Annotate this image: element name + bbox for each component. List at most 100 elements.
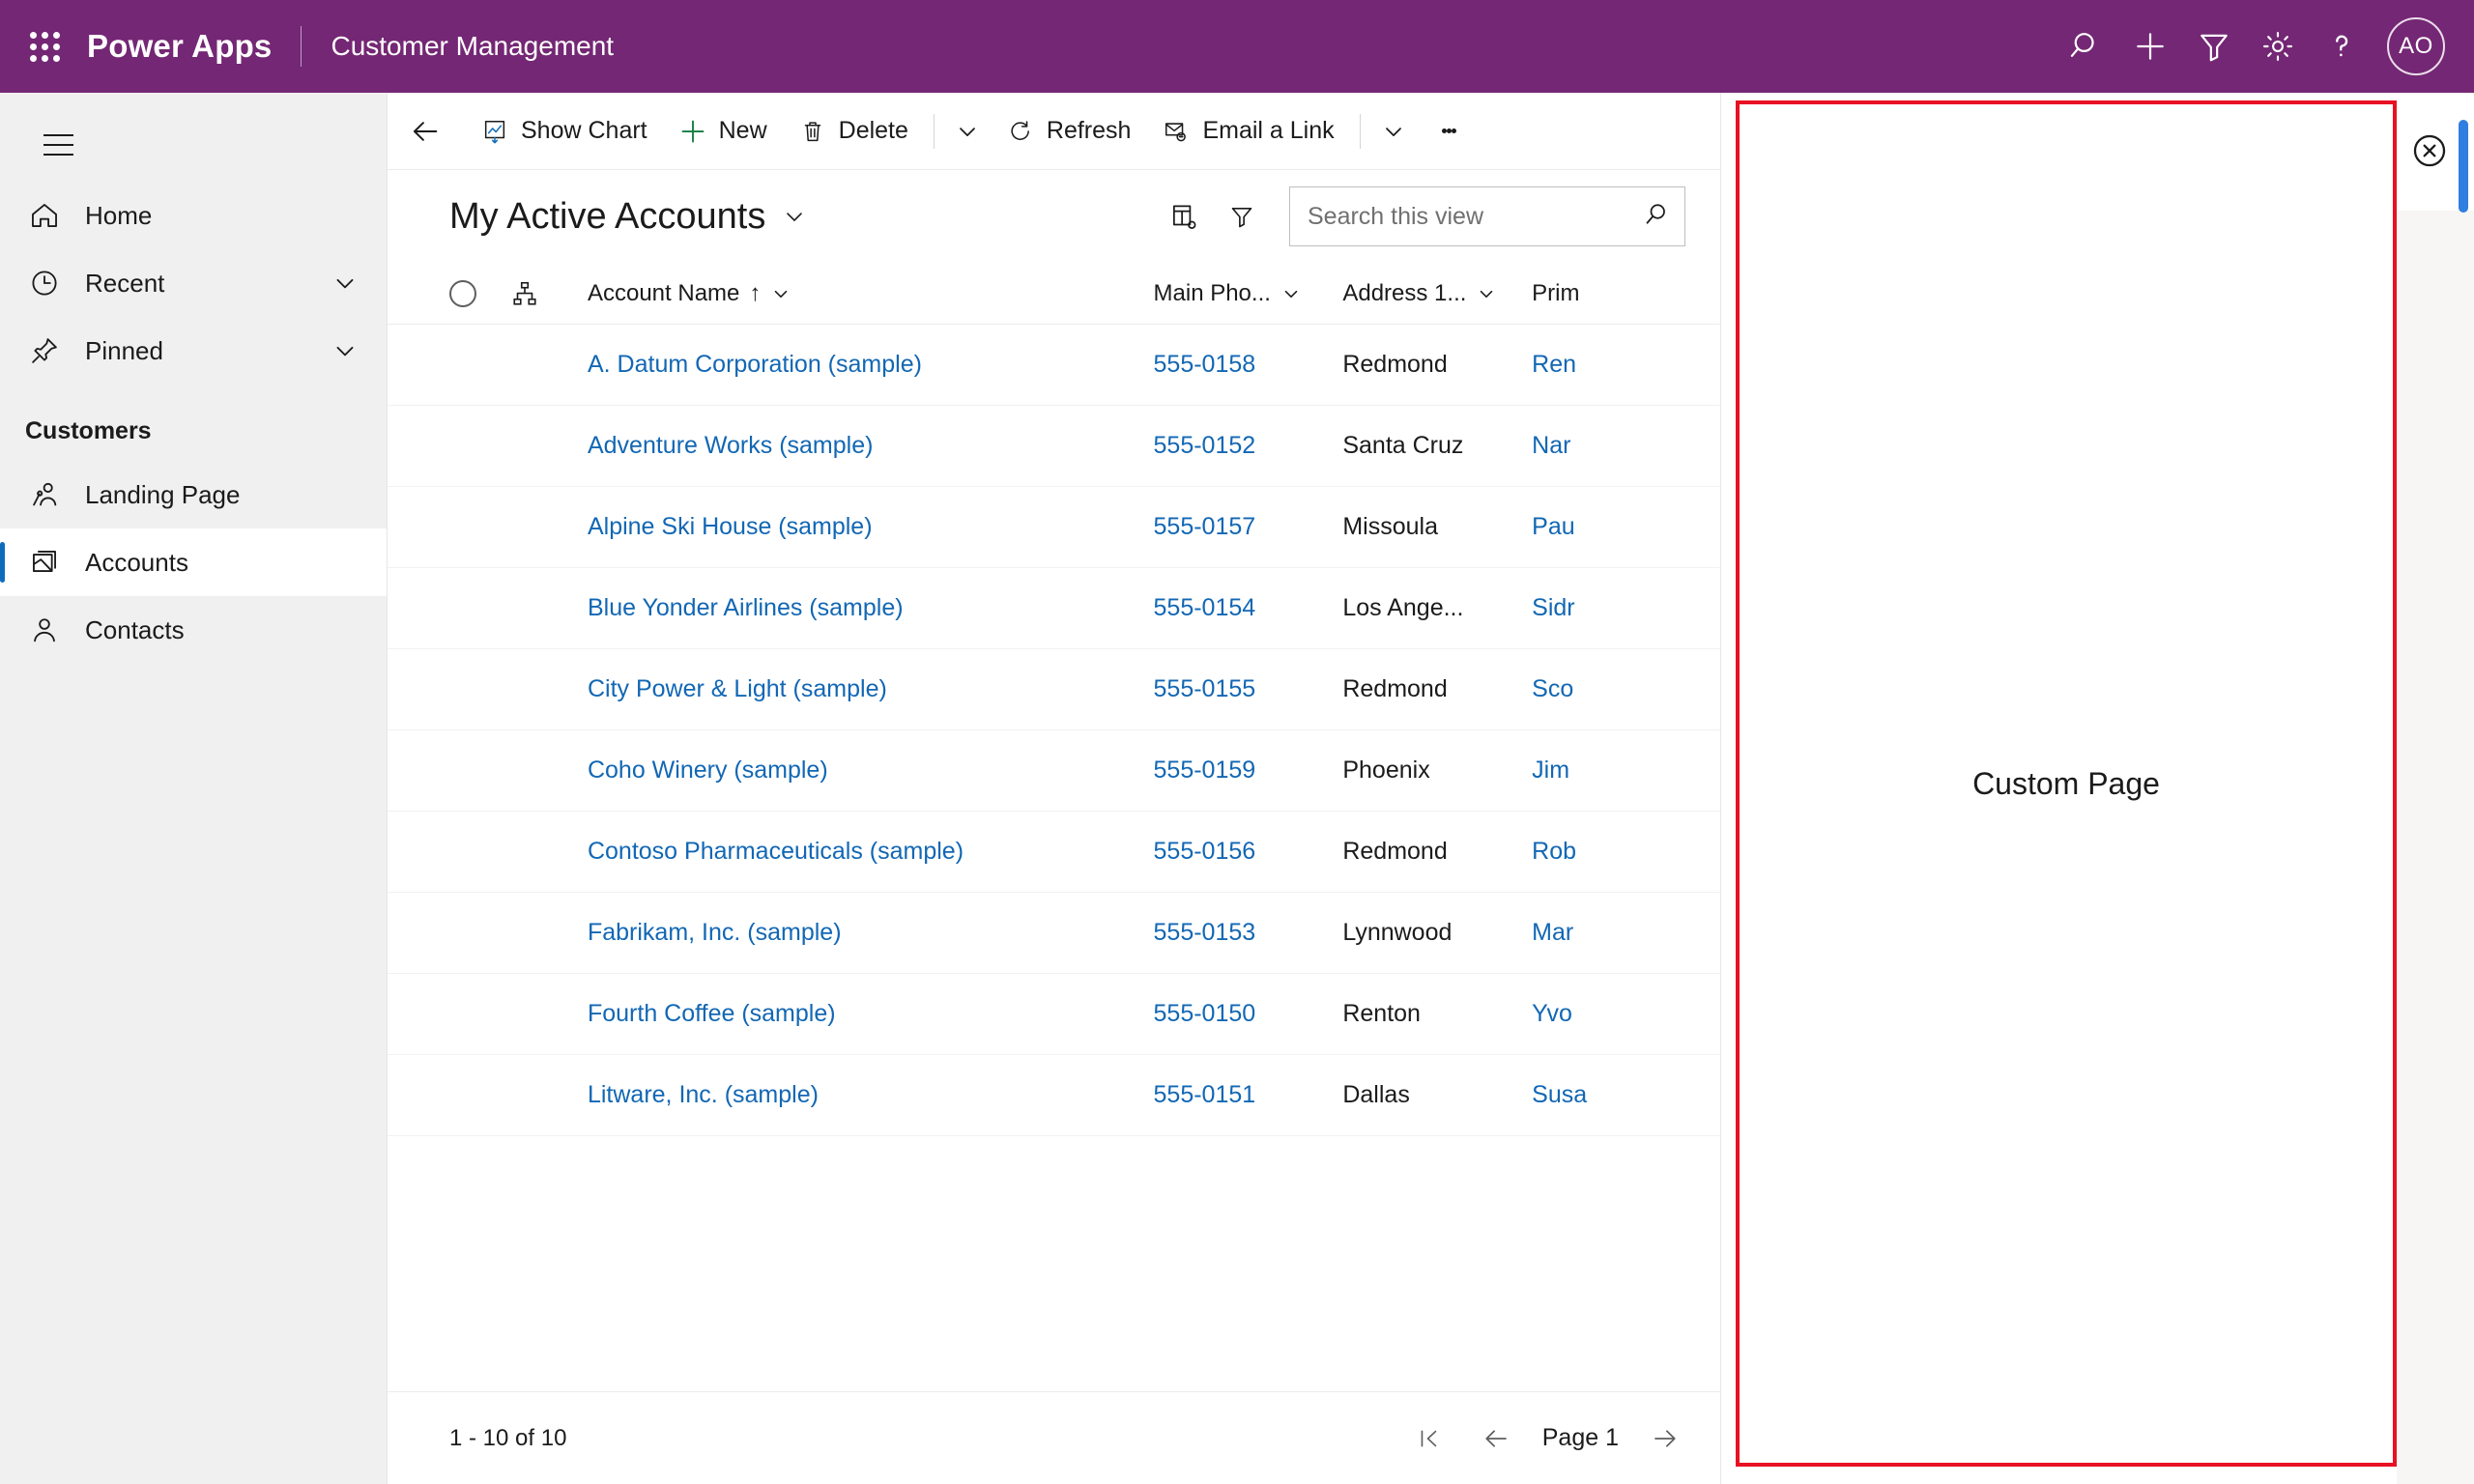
main-phone-link[interactable]: 555-0153 — [1154, 919, 1256, 947]
search-icon[interactable] — [2055, 14, 2118, 78]
primary-contact-link[interactable]: Susa — [1532, 1081, 1587, 1109]
table-row[interactable]: Contoso Pharmaceuticals (sample) 555-015… — [388, 812, 1720, 893]
primary-contact-link[interactable]: Ren — [1532, 351, 1576, 379]
more-vertical-icon[interactable] — [1424, 101, 1475, 161]
select-all-circle-icon[interactable] — [449, 279, 510, 307]
next-page-icon[interactable] — [1644, 1417, 1686, 1460]
page-title[interactable]: My Active Accounts — [449, 196, 765, 238]
primary-contact-link[interactable]: Nar — [1532, 432, 1570, 460]
account-name-link[interactable]: Blue Yonder Airlines (sample) — [588, 594, 904, 622]
command-divider — [933, 113, 935, 149]
chevron-down-icon[interactable] — [1370, 101, 1417, 161]
view-bar: My Active Accounts — [388, 170, 1720, 263]
help-icon[interactable] — [2310, 14, 2373, 78]
app-launcher-icon[interactable] — [23, 25, 66, 68]
chevron-down-icon[interactable] — [331, 269, 360, 298]
address-city-cell: Lynnwood — [1342, 919, 1453, 946]
main-phone-link[interactable]: 555-0151 — [1154, 1081, 1256, 1109]
account-name-link[interactable]: Fabrikam, Inc. (sample) — [588, 919, 842, 947]
sidebar-item-label: Accounts — [85, 547, 188, 577]
sidebar-item-accounts[interactable]: Accounts — [0, 528, 387, 596]
main-content: Show Chart New Delete Refresh Email a Li… — [387, 93, 1720, 1484]
back-arrow-icon[interactable] — [395, 101, 455, 161]
account-name-link[interactable]: Fourth Coffee (sample) — [588, 1000, 836, 1028]
primary-contact-link[interactable]: Sco — [1532, 675, 1573, 703]
main-phone-link[interactable]: 555-0158 — [1154, 351, 1256, 379]
delete-button[interactable]: Delete — [783, 101, 924, 161]
new-button[interactable]: New — [663, 101, 783, 161]
main-phone-link[interactable]: 555-0154 — [1154, 594, 1256, 622]
primary-contact-link[interactable]: Yvo — [1532, 1000, 1572, 1028]
hierarchy-icon[interactable] — [510, 279, 588, 308]
plus-icon[interactable] — [2118, 14, 2182, 78]
delete-label: Delete — [838, 117, 908, 144]
table-row[interactable]: Fourth Coffee (sample) 555-0150 Renton Y… — [388, 974, 1720, 1055]
account-name-link[interactable]: Contoso Pharmaceuticals (sample) — [588, 838, 964, 866]
table-row[interactable]: Adventure Works (sample) 555-0152 Santa … — [388, 406, 1720, 487]
main-phone-link[interactable]: 555-0152 — [1154, 432, 1256, 460]
hamburger-icon[interactable] — [21, 108, 95, 182]
column-label: Account Name — [587, 279, 740, 306]
chevron-down-icon[interactable] — [781, 203, 808, 230]
primary-contact-link[interactable]: Mar — [1532, 919, 1573, 947]
previous-page-icon[interactable] — [1475, 1417, 1517, 1460]
account-name-link[interactable]: Litware, Inc. (sample) — [588, 1081, 819, 1109]
account-name-link[interactable]: Coho Winery (sample) — [588, 756, 828, 785]
gear-icon[interactable] — [2246, 14, 2310, 78]
table-row[interactable]: Blue Yonder Airlines (sample) 555-0154 L… — [388, 568, 1720, 649]
sidebar-item-home[interactable]: Home — [0, 182, 387, 249]
chevron-down-icon[interactable] — [944, 101, 991, 161]
show-chart-button[interactable]: Show Chart — [465, 101, 663, 161]
account-name-link[interactable]: City Power & Light (sample) — [588, 675, 887, 703]
table-row[interactable]: Alpine Ski House (sample) 555-0157 Misso… — [388, 487, 1720, 568]
account-name-link[interactable]: A. Datum Corporation (sample) — [588, 351, 922, 379]
primary-contact-link[interactable]: Jim — [1532, 756, 1569, 785]
table-row[interactable]: Fabrikam, Inc. (sample) 555-0153 Lynnwoo… — [388, 893, 1720, 974]
sidebar-item-contacts[interactable]: Contacts — [0, 596, 387, 664]
filter-icon[interactable] — [2182, 14, 2246, 78]
search-box[interactable] — [1289, 186, 1685, 246]
primary-contact-link[interactable]: Sidr — [1532, 594, 1574, 622]
sidebar-item-recent[interactable]: Recent — [0, 249, 387, 317]
column-header-address-1[interactable]: Address 1... — [1342, 280, 1532, 307]
email-link-icon — [1162, 117, 1191, 146]
account-name-link[interactable]: Alpine Ski House (sample) — [588, 513, 873, 541]
chevron-down-icon[interactable] — [331, 336, 360, 365]
sidebar-item-pinned[interactable]: Pinned — [0, 317, 387, 385]
main-phone-link[interactable]: 555-0155 — [1154, 675, 1256, 703]
first-page-icon[interactable] — [1407, 1417, 1450, 1460]
column-header-account-name[interactable]: Account Name ↑ — [588, 280, 1154, 307]
table-row[interactable]: City Power & Light (sample) 555-0155 Red… — [388, 649, 1720, 730]
search-icon[interactable] — [1642, 200, 1671, 234]
table-row[interactable]: A. Datum Corporation (sample) 555-0158 R… — [388, 325, 1720, 406]
new-label: New — [718, 117, 767, 144]
avatar[interactable]: AO — [2387, 17, 2445, 75]
primary-contact-link[interactable]: Rob — [1532, 838, 1576, 866]
main-phone-link[interactable]: 555-0156 — [1154, 838, 1256, 866]
primary-contact-link[interactable]: Pau — [1532, 513, 1574, 541]
edit-columns-icon[interactable] — [1158, 190, 1210, 243]
chevron-down-icon[interactable] — [770, 283, 791, 304]
account-name-link[interactable]: Adventure Works (sample) — [588, 432, 873, 460]
main-phone-link[interactable]: 555-0159 — [1154, 756, 1256, 785]
top-header: Power Apps Customer Management AO — [0, 0, 2474, 93]
sidebar: Home Recent Pinned Customers Landing Pag… — [0, 93, 387, 1484]
table-row[interactable]: Coho Winery (sample) 555-0159 Phoenix Ji… — [388, 730, 1720, 812]
filter-icon[interactable] — [1216, 190, 1268, 243]
sidebar-item-landing-page[interactable]: Landing Page — [0, 461, 387, 528]
search-input[interactable] — [1308, 202, 1642, 231]
chevron-down-icon[interactable] — [1280, 283, 1302, 304]
vertical-scrollbar-thumb[interactable] — [2459, 120, 2468, 213]
chevron-down-icon[interactable] — [1476, 283, 1497, 304]
app-root: Power Apps Customer Management AO Home R… — [0, 0, 2474, 1484]
table-row[interactable]: Litware, Inc. (sample) 555-0151 Dallas S… — [388, 1055, 1720, 1136]
column-header-primary-contact[interactable]: Prim — [1532, 280, 1720, 307]
main-phone-link[interactable]: 555-0157 — [1154, 513, 1256, 541]
email-a-link-button[interactable]: Email a Link — [1146, 101, 1349, 161]
brand-logo-text[interactable]: Power Apps — [87, 28, 272, 65]
main-phone-link[interactable]: 555-0150 — [1154, 1000, 1256, 1028]
refresh-button[interactable]: Refresh — [991, 101, 1147, 161]
close-circle-icon[interactable] — [2406, 128, 2453, 174]
column-header-main-phone[interactable]: Main Pho... — [1154, 280, 1343, 307]
address-city-cell: Los Ange... — [1342, 594, 1464, 621]
